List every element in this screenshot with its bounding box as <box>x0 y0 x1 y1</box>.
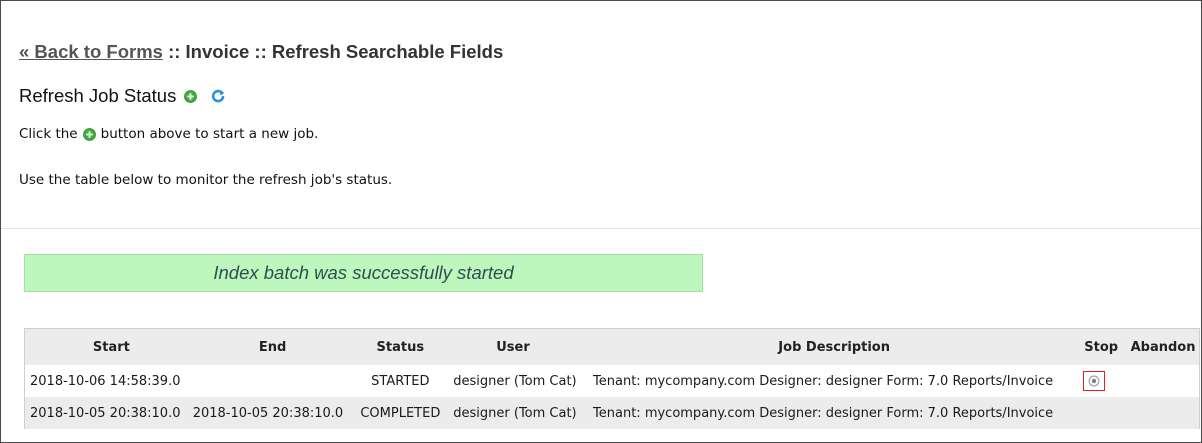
cell-job-description: Tenant: mycompany.com Designer: designer… <box>593 373 1054 389</box>
cell-user: designer (Tom Cat) <box>453 373 577 389</box>
instruction-text-after: button above to start a new job. <box>100 126 319 142</box>
stop-job-button[interactable] <box>1083 371 1106 391</box>
section-title: Refresh Job Status <box>19 85 177 106</box>
refresh-icon <box>212 89 225 103</box>
breadcrumb-trail: :: Invoice :: Refresh Searchable Fields <box>162 41 504 62</box>
column-header-start: Start <box>92 339 130 355</box>
add-icon <box>184 89 198 103</box>
cell-start: 2018-10-05 20:38:10.0 <box>30 405 181 421</box>
add-job-button[interactable] <box>184 89 198 103</box>
column-header-status: Status <box>376 339 425 355</box>
instruction-start-job: Click the button above to start a new jo… <box>19 126 318 142</box>
cell-status: COMPLETED <box>360 405 441 421</box>
refresh-status-button[interactable] <box>211 89 225 103</box>
instruction-monitor: Use the table below to monitor the refre… <box>19 172 393 188</box>
cell-stop <box>1075 371 1127 391</box>
stop-icon <box>1088 375 1100 387</box>
page-heading: « Back to Forms :: Invoice :: Refresh Se… <box>19 41 503 63</box>
table-header-row: Start End Status User Job Description St… <box>25 329 1199 365</box>
cell-job-description: Tenant: mycompany.com Designer: designer… <box>593 405 1054 421</box>
success-banner: Index batch was successfully started <box>24 254 703 292</box>
back-to-forms-link[interactable]: « Back to Forms <box>19 41 163 62</box>
column-header-abandon: Abandon <box>1130 339 1196 355</box>
cell-start: 2018-10-06 14:58:39.0 <box>30 373 181 389</box>
column-header-stop: Stop <box>1084 339 1119 355</box>
column-header-end: End <box>258 339 287 355</box>
job-status-table: Start End Status User Job Description St… <box>24 328 1200 429</box>
column-header-job-description: Job Description <box>778 339 890 355</box>
cell-user: designer (Tom Cat) <box>453 405 577 421</box>
table-row: 2018-10-05 20:38:10.0 2018-10-05 20:38:1… <box>25 397 1199 429</box>
cell-status: STARTED <box>371 373 430 389</box>
add-icon <box>82 127 96 141</box>
section-divider <box>1 228 1201 229</box>
column-header-user: User <box>496 339 530 355</box>
section-header: Refresh Job Status <box>19 85 225 107</box>
page-frame: « Back to Forms :: Invoice :: Refresh Se… <box>0 0 1202 443</box>
table-row: 2018-10-06 14:58:39.0 STARTED designer (… <box>25 365 1199 397</box>
instruction-text-before: Click the <box>19 126 78 142</box>
cell-end: 2018-10-05 20:38:10.0 <box>192 405 344 421</box>
